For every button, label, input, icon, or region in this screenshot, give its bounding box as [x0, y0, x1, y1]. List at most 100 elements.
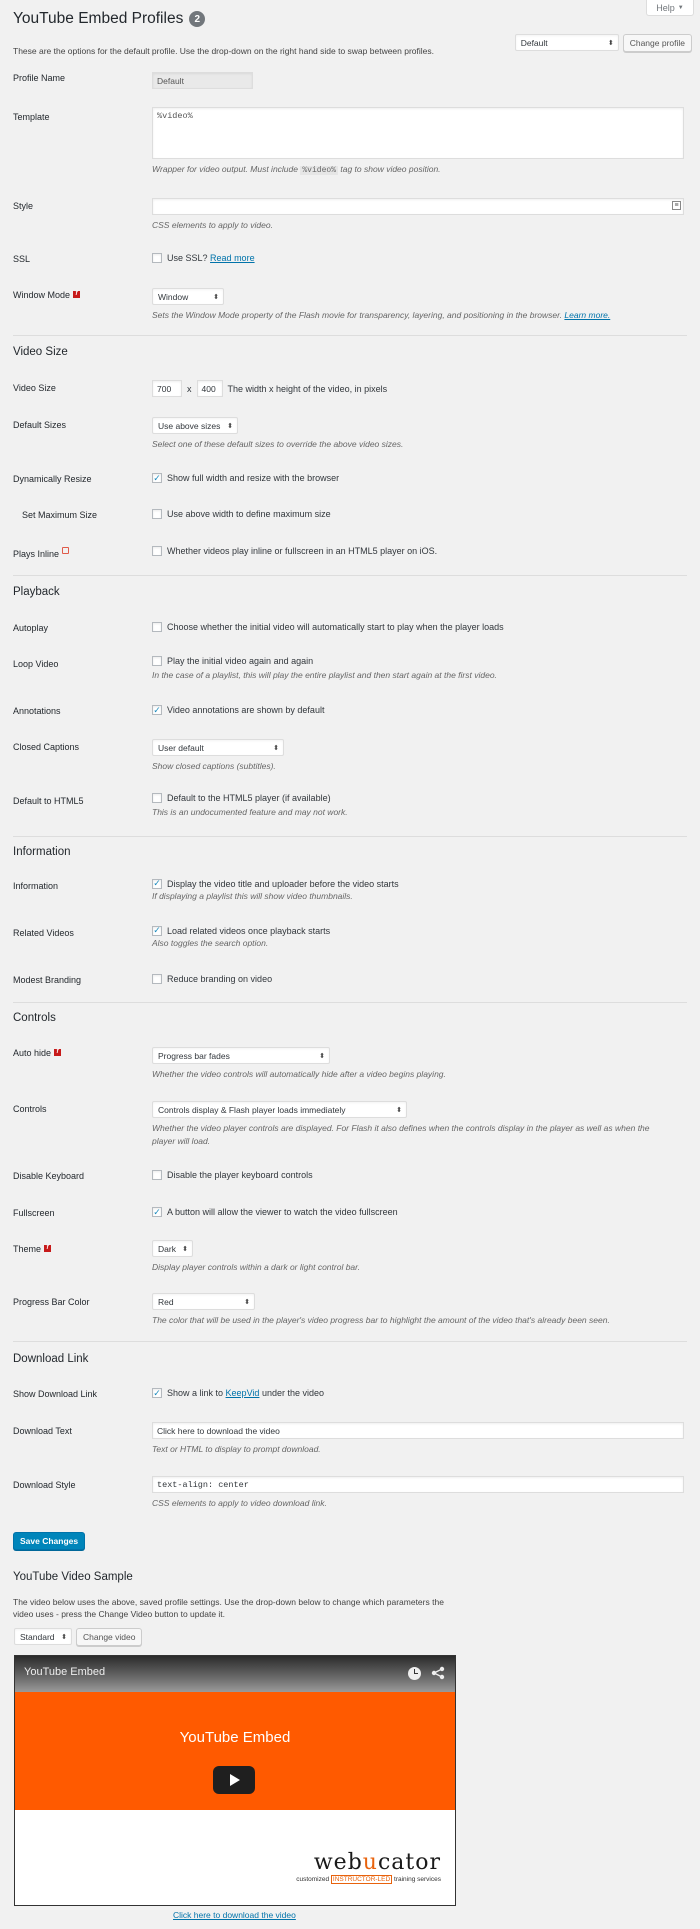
video-size-label: Video Size [13, 383, 56, 393]
html5-description: This is an undocumented feature and may … [152, 807, 348, 817]
save-changes-button[interactable]: Save Changes [13, 1532, 86, 1550]
expand-icon[interactable]: ≡ [672, 201, 681, 210]
progress-color-select[interactable]: Red ⬍ [152, 1293, 255, 1310]
ssl-checkbox[interactable] [152, 253, 162, 263]
show-download-text: Show a link to [167, 1388, 224, 1398]
video-width-input[interactable]: 700 [152, 380, 182, 397]
player-title-bar: YouTube Embed [15, 1656, 455, 1692]
information-text: Display the video title and uploader bef… [167, 878, 399, 889]
select-arrows-icon: ⬍ [61, 1633, 67, 1641]
section-download-link: Download Link [13, 1353, 89, 1365]
logo-wordmark: webucator [313, 1850, 441, 1875]
download-video-link[interactable]: Click here to download the video [173, 1910, 296, 1920]
learn-more-link[interactable]: Learn more. [564, 310, 610, 320]
sample-controls: Standard ⬍ Change video [14, 1628, 143, 1646]
page-title: YouTube Embed Profiles [13, 10, 184, 27]
plays-inline-checkbox[interactable] [152, 546, 162, 556]
theme-label: Theme f [13, 1244, 52, 1254]
html5-checkbox[interactable] [152, 793, 162, 803]
ios-icon [62, 547, 70, 554]
closed-captions-select[interactable]: User default ⬍ [152, 739, 284, 756]
annotations-label: Annotations [13, 706, 61, 716]
annotations-checkbox[interactable]: ✓ [152, 705, 162, 715]
section-video-sample: YouTube Video Sample [13, 1571, 133, 1583]
sample-parameter-select[interactable]: Standard ⬍ [14, 1628, 72, 1645]
loop-video-checkbox[interactable] [152, 656, 162, 666]
share-icon[interactable] [431, 1666, 445, 1680]
profile-select[interactable]: Default ⬍ [514, 34, 619, 51]
related-videos-text: Load related videos once playback starts [167, 925, 331, 936]
profile-name-input[interactable]: Default [152, 72, 253, 89]
profile-name-label: Profile Name [13, 73, 66, 83]
section-video-size: Video Size [13, 346, 68, 358]
loop-video-label: Loop Video [13, 659, 59, 669]
default-sizes-select[interactable]: Use above sizes ⬍ [152, 417, 238, 434]
section-information: Information [13, 846, 71, 858]
download-text-label: Download Text [13, 1426, 72, 1436]
show-download-checkbox[interactable]: ✓ [152, 1388, 162, 1398]
flash-icon: f [44, 1245, 52, 1252]
help-tab[interactable]: Help ▼ [646, 0, 694, 16]
theme-select[interactable]: Dark ⬍ [152, 1240, 193, 1257]
default-sizes-description: Select one of these default sizes to ove… [152, 439, 404, 449]
max-size-label: Set Maximum Size [22, 510, 98, 520]
closed-captions-description: Show closed captions (subtitles). [152, 761, 276, 771]
template-textarea[interactable]: %video% [152, 107, 684, 159]
controls-label: Controls [13, 1104, 47, 1114]
loop-video-text: Play the initial video again and again [167, 656, 314, 666]
window-mode-description: Sets the Window Mode property of the Fla… [152, 310, 611, 320]
window-mode-label: Window Mode f [13, 290, 81, 300]
page-header: YouTube Embed Profiles 2 [13, 10, 206, 28]
information-description: If displaying a playlist this will show … [152, 890, 353, 901]
template-label: Template [13, 112, 50, 122]
video-heading: YouTube Embed [179, 1729, 291, 1746]
change-video-button[interactable]: Change video [76, 1628, 143, 1646]
style-label: Style [13, 201, 34, 211]
fullscreen-checkbox[interactable]: ✓ [152, 1207, 162, 1217]
ssl-label: SSL [13, 254, 31, 264]
autoplay-label: Autoplay [13, 623, 49, 633]
related-videos-description: Also toggles the search option. [152, 937, 269, 948]
auto-hide-select[interactable]: Progress bar fades ⬍ [152, 1047, 330, 1064]
information-checkbox[interactable]: ✓ [152, 878, 162, 889]
html5-label: Default to HTML5 [13, 796, 84, 806]
play-icon[interactable] [213, 1766, 255, 1794]
change-profile-button[interactable]: Change profile [622, 34, 692, 52]
related-videos-label: Related Videos [13, 928, 74, 938]
section-playback: Playback [13, 586, 60, 598]
autoplay-text: Choose whether the initial video will au… [167, 622, 504, 632]
controls-description: Whether the video player controls are di… [152, 1123, 650, 1146]
controls-select[interactable]: Controls display & Flash player loads im… [152, 1101, 407, 1118]
chevron-down-icon: ▼ [677, 4, 684, 11]
download-text-description: Text or HTML to display to prompt downlo… [152, 1444, 321, 1454]
disable-keyboard-text: Disable the player keyboard controls [167, 1170, 313, 1180]
clock-icon[interactable] [408, 1667, 421, 1680]
modest-branding-checkbox[interactable] [152, 974, 162, 984]
download-style-input[interactable]: text-align: center [152, 1476, 684, 1493]
section-controls: Controls [13, 1012, 56, 1024]
window-mode-select[interactable]: Window ⬍ [152, 288, 224, 305]
fullscreen-label: Fullscreen [13, 1208, 55, 1218]
select-arrows-icon: ⬍ [319, 1052, 325, 1060]
select-arrows-icon: ⬍ [182, 1245, 188, 1253]
divider [13, 1002, 687, 1003]
ssl-read-more-link[interactable]: Read more [210, 253, 255, 263]
divider [13, 335, 687, 336]
download-text-input[interactable]: Click here to download the video [152, 1422, 684, 1439]
autoplay-checkbox[interactable] [152, 622, 162, 632]
ssl-text: Use SSL? [167, 253, 208, 263]
player-title: YouTube Embed [24, 1666, 106, 1678]
modest-branding-text: Reduce branding on video [167, 974, 273, 984]
dynamic-resize-checkbox[interactable]: ✓ [152, 473, 162, 483]
select-arrows-icon: ⬍ [244, 1298, 250, 1306]
disable-keyboard-checkbox[interactable] [152, 1170, 162, 1180]
video-size-text: The width x height of the video, in pixe… [227, 383, 388, 394]
video-height-input[interactable]: 400 [196, 380, 223, 397]
max-size-checkbox[interactable] [152, 509, 162, 519]
related-videos-checkbox[interactable]: ✓ [152, 925, 162, 936]
divider [13, 575, 687, 576]
style-input[interactable] [152, 198, 684, 215]
keepvid-link[interactable]: KeepVid [226, 1388, 260, 1398]
loop-video-description: In the case of a playlist, this will pla… [152, 670, 497, 680]
video-player[interactable]: YouTube Embed YouTube Embed webucator cu… [14, 1655, 456, 1906]
